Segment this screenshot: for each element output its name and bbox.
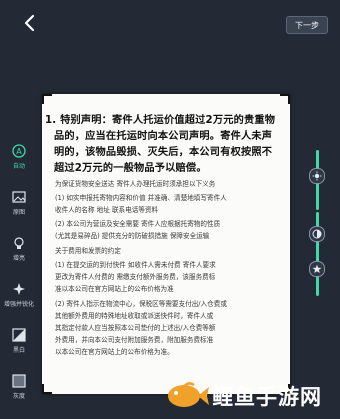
watermark: 鲤鱼手游网 — [164, 377, 334, 413]
chevron-left-icon — [24, 14, 35, 32]
filter-sharpen[interactable]: 增强并锐化 — [4, 278, 34, 318]
document-preview: 1. 特别声明：寄件人托运价值超过2万元的贵重物 品的，应当在托运时向本公司声明… — [42, 94, 290, 394]
body-line: 收件人的名称 地址 联系电话等资料 — [55, 206, 159, 214]
body-line: 其指定付款人应当按照本公司垫付的上述出/入仓费等额 — [55, 324, 216, 332]
filter-label: 灰度 — [12, 393, 25, 400]
brightness-slider-knob[interactable] — [309, 168, 325, 184]
grayscale-icon — [12, 374, 26, 388]
body-line: 关于费用和发票的约定 — [55, 247, 121, 255]
body-line: 为保证货物安全送达 寄件人办理托运时须承担以下义务 — [55, 180, 216, 188]
heading-line: 明的，该物品毁损、灭失后，本公司有权按照不 — [54, 147, 273, 158]
back-button[interactable] — [20, 12, 40, 34]
body-line: (尤其是易碎品) 提供充分的防破损措施 保障安全运输 — [55, 232, 210, 240]
filter-toolbar: A 自动 原图 增亮 增强并锐化 黑白 灰度 — [4, 140, 34, 416]
body-line: (2) 寄件人指示在物流中心，保税区等需要支付出/入仓费或 — [55, 300, 227, 308]
body-line: 准以本公司在官方网站上的公布价格为准 — [55, 285, 174, 293]
filter-label: 原图 — [12, 209, 25, 216]
contrast-slider-knob[interactable] — [309, 226, 325, 242]
auto-a-icon: A — [12, 144, 26, 158]
body-line: 其他额外费用的特殊地址收取或派送快件时，寄件人或 — [55, 312, 214, 320]
fish-logo-icon — [168, 382, 209, 407]
filter-original[interactable]: 原图 — [4, 186, 34, 226]
bulb-icon — [12, 236, 26, 250]
heading-line: 1. 特别声明：寄件人托运价值超过2万元的贵重物 — [45, 115, 276, 126]
body-line: (2) 本公司为营运及安全需要 寄件人应根据托寄物的性质 — [55, 220, 221, 228]
svg-text:A: A — [16, 147, 22, 156]
brightness-icon — [312, 171, 322, 181]
saturation-icon — [312, 264, 322, 273]
image-icon — [12, 190, 26, 204]
contrast-icon — [312, 229, 322, 239]
filter-label: 增强并锐化 — [4, 301, 35, 308]
filter-black-white[interactable]: 黑白 — [4, 324, 34, 364]
watermark-text: 鲤鱼手游网 — [212, 385, 322, 409]
body-line: (1) 如实申报托寄物内容和价值 并准确、清楚地填写寄件人 — [55, 194, 227, 202]
filter-label: 自动 — [12, 163, 25, 170]
black-white-icon — [12, 328, 26, 342]
next-step-button[interactable]: 下一步 — [286, 16, 328, 34]
heading-line: 超过2万元的一般物品予以赔偿。 — [54, 163, 207, 174]
saturation-slider-knob[interactable] — [309, 261, 325, 277]
body-line: 以本公司在官方网站上的公布价格为准。 — [55, 348, 174, 356]
filter-label: 增亮 — [12, 255, 25, 262]
body-line: 更改为寄件人付费的 需缴支付额外服务费，该服务费标 — [55, 273, 216, 281]
crop-corner-top-left[interactable] — [42, 94, 52, 104]
top-bar: 下一步 — [0, 0, 340, 46]
crop-corner-top-right[interactable] — [280, 94, 290, 104]
crop-corner-bottom-left[interactable] — [42, 384, 52, 394]
body-line: 外费用，并向本公司支付附加服务费，附加服务费标准 — [55, 336, 214, 344]
body-line: (1) 在提交运的到付快件 如收件人需未付费 寄件人要求 — [55, 261, 216, 269]
sharpen-icon — [12, 282, 26, 296]
filter-label: 黑白 — [12, 347, 25, 354]
heading-line: 品的，应当在托运时向本公司声明。寄件人未声 — [54, 131, 273, 142]
filter-grayscale[interactable]: 灰度 — [4, 370, 34, 410]
filter-auto[interactable]: A 自动 — [4, 140, 34, 180]
filter-brighten[interactable]: 增亮 — [4, 232, 34, 272]
